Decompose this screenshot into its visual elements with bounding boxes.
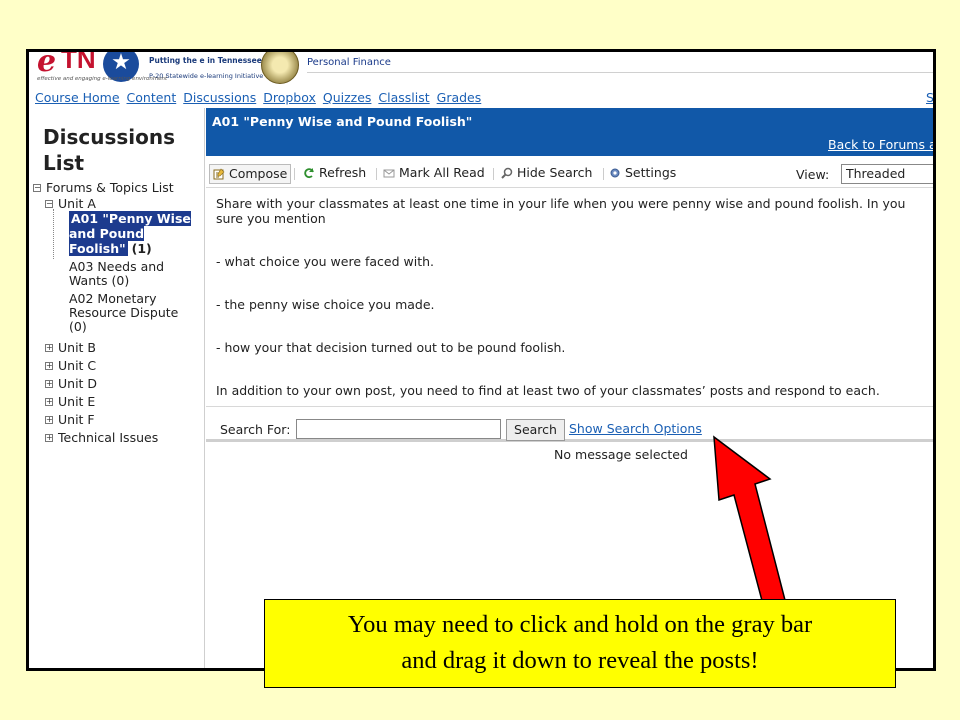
topic-a03-count: (0)	[111, 273, 130, 288]
topic-item-a03[interactable]: A03 Needs and Wants (0)	[57, 260, 197, 288]
refresh-button[interactable]: Refresh	[300, 164, 369, 184]
instruction-callout: You may need to click and hold on the gr…	[264, 599, 896, 688]
state-seal-icon	[261, 52, 299, 84]
compose-button[interactable]: Compose	[209, 164, 292, 184]
course-navbar: Course Home Content Discussions Dropbox …	[35, 90, 484, 106]
compose-label: Compose	[229, 166, 288, 181]
show-search-options-link[interactable]: Show Search Options	[569, 421, 702, 436]
expand-icon[interactable]: +	[45, 361, 53, 370]
unit-a-label: Unit A	[58, 196, 96, 211]
nav-classlist[interactable]: Classlist	[378, 90, 429, 105]
unit-b-label: Unit B	[58, 340, 96, 355]
topic-item-a01[interactable]: A01 "Penny Wise and Pound Foolish" (1)	[53, 209, 197, 259]
logo-e-letter: e	[37, 49, 57, 79]
technical-issues-label: Technical Issues	[58, 430, 159, 445]
hide-search-label: Hide Search	[517, 165, 593, 180]
description-line: - how your that decision turned out to b…	[216, 340, 566, 355]
hide-search-button[interactable]: Hide Search	[498, 164, 595, 184]
view-select[interactable]: Threaded	[841, 164, 933, 184]
callout-line-1: You may need to click and hold on the gr…	[347, 611, 813, 638]
callout-line-2: and drag it down to reveal the posts!	[401, 647, 759, 674]
topic-header-bar: A01 "Penny Wise and Pound Foolish" Back …	[206, 108, 933, 156]
expand-icon[interactable]: +	[45, 433, 53, 442]
tree-item-unit-f[interactable]: + Unit F	[45, 412, 95, 427]
search-label: Search For:	[220, 422, 291, 437]
mark-all-read-label: Mark All Read	[399, 165, 485, 180]
logo-tn-letters: TN	[61, 49, 96, 74]
tree-item-unit-d[interactable]: + Unit D	[45, 376, 97, 391]
topic-a02-count: (0)	[69, 319, 87, 334]
course-name: Personal Finance	[307, 57, 391, 68]
toolbar-separator	[493, 168, 494, 180]
toolbar-separator	[294, 168, 295, 180]
topic-description: Share with your classmates at least one …	[206, 192, 933, 406]
unit-d-label: Unit D	[58, 376, 98, 391]
compose-icon	[213, 168, 225, 180]
nav-dropbox[interactable]: Dropbox	[263, 90, 316, 105]
topic-a02-label: A02 Monetary Resource Dispute	[69, 291, 179, 320]
search-bar[interactable]: Search For: Search Show Search Options	[206, 406, 933, 442]
unit-c-label: Unit C	[58, 358, 97, 373]
nav-course-home[interactable]: Course Home	[35, 90, 120, 105]
view-label: View:	[796, 167, 830, 182]
topic-item-a02[interactable]: A02 Monetary Resource Dispute (0)	[57, 292, 197, 334]
search-button[interactable]: Search	[506, 419, 565, 441]
logo-tagline: Putting the e in Tennessee	[149, 56, 262, 65]
nav-quizzes[interactable]: Quizzes	[323, 90, 372, 105]
tree-item-unit-c[interactable]: + Unit C	[45, 358, 96, 373]
tree-connector	[53, 209, 61, 259]
no-message-text: No message selected	[554, 447, 688, 462]
site-header: e TN ★ Putting the e in Tennessee P-20 S…	[29, 52, 933, 90]
browser-frame: e TN ★ Putting the e in Tennessee P-20 S…	[26, 49, 936, 671]
tree-item-technical-issues[interactable]: + Technical Issues	[45, 430, 158, 445]
description-line: - what choice you were faced with.	[216, 254, 435, 269]
tree-item-unit-b[interactable]: + Unit B	[45, 340, 96, 355]
message-toolbar: Compose Refresh Mark All Read Hide Searc…	[206, 160, 933, 188]
expand-icon[interactable]: +	[45, 415, 53, 424]
collapse-icon[interactable]: −	[45, 199, 53, 208]
topic-panel: A01 "Penny Wise and Pound Foolish" Back …	[206, 108, 933, 668]
search-input[interactable]	[296, 419, 501, 439]
toolbar-separator	[603, 168, 604, 180]
description-line: Share with your classmates at least one …	[216, 196, 906, 211]
collapse-icon[interactable]: −	[33, 183, 41, 192]
nav-content[interactable]: Content	[127, 90, 177, 105]
topic-a01-count: (1)	[131, 241, 152, 256]
expand-icon[interactable]: +	[45, 343, 53, 352]
refresh-label: Refresh	[319, 165, 367, 180]
tree-root-label: Forums & Topics List	[46, 180, 174, 195]
mark-read-icon	[383, 169, 395, 178]
settings-label: Settings	[625, 165, 677, 180]
logo-small-text: effective and engaging e-learning enviro…	[37, 76, 168, 82]
discussions-list-title: Discussions List	[43, 125, 176, 175]
search-icon	[501, 167, 513, 179]
tree-item-unit-e[interactable]: + Unit E	[45, 394, 95, 409]
topic-title: A01 "Penny Wise and Pound Foolish"	[212, 114, 473, 129]
toolbar-separator	[376, 168, 377, 180]
etn-logo[interactable]: e TN ★ Putting the e in Tennessee P-20 S…	[37, 52, 277, 90]
mark-all-read-button[interactable]: Mark All Read	[380, 164, 488, 184]
discussions-list-panel: Discussions List − Forums & Topics List −…	[29, 108, 205, 668]
topic-a01-label: A01 "Penny Wise and Pound Foolish"	[69, 211, 191, 256]
refresh-icon	[304, 168, 314, 179]
expand-icon[interactable]: +	[45, 379, 53, 388]
description-line: - the penny wise choice you made.	[216, 297, 435, 312]
unit-e-label: Unit E	[58, 394, 96, 409]
header-divider	[307, 72, 933, 73]
description-line: In addition to your own post, you need t…	[216, 383, 880, 398]
nav-discussions[interactable]: Discussions	[183, 90, 256, 105]
settings-button[interactable]: Settings	[606, 164, 679, 184]
nav-grades[interactable]: Grades	[437, 90, 482, 105]
expand-icon[interactable]: +	[45, 397, 53, 406]
description-line: sure you mention	[216, 211, 326, 226]
nav-right-link[interactable]: S	[926, 90, 933, 105]
tree-root[interactable]: − Forums & Topics List	[33, 180, 174, 195]
unit-f-label: Unit F	[58, 412, 95, 427]
gear-icon	[610, 168, 620, 178]
back-to-forums-link[interactable]: Back to Forums a	[828, 137, 933, 152]
